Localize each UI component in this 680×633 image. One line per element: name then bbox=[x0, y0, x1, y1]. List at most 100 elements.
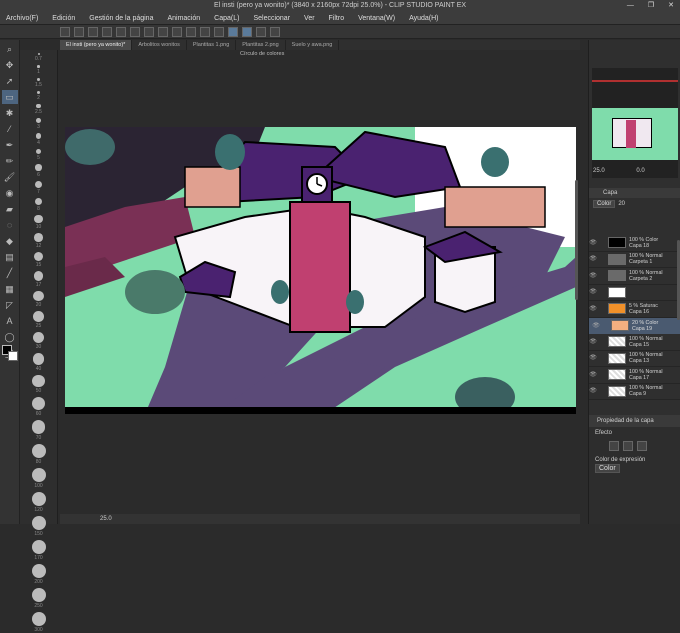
ruler-icon[interactable]: ◸ bbox=[2, 298, 18, 312]
sub-color-swatch[interactable] bbox=[8, 351, 18, 361]
brush-size-preset[interactable]: 200 bbox=[20, 563, 57, 585]
paste-button[interactable] bbox=[172, 26, 182, 37]
effect-color-button[interactable] bbox=[637, 441, 647, 451]
opacity-value[interactable]: 20 bbox=[618, 201, 625, 207]
brush-size-preset[interactable]: 10 bbox=[20, 215, 57, 230]
canvas-vertical-scrollbar[interactable] bbox=[575, 180, 578, 300]
tab-suelo[interactable]: Suelo y awa.png bbox=[286, 40, 340, 50]
eye-icon[interactable]: 👁 bbox=[589, 372, 597, 378]
menu-edicion[interactable]: Edición bbox=[52, 12, 75, 24]
gradient-icon[interactable]: ▤ bbox=[2, 250, 18, 264]
brush-size-preset[interactable]: 300 bbox=[20, 611, 57, 633]
brush-size-preset[interactable]: 6 bbox=[20, 164, 57, 178]
operation-tool-icon[interactable]: ➚ bbox=[2, 74, 18, 88]
close-icon[interactable]: ✕ bbox=[668, 0, 674, 12]
brush-size-preset[interactable]: 100 bbox=[20, 467, 57, 489]
menu-animacion[interactable]: Animación bbox=[167, 12, 200, 24]
text-icon[interactable]: A bbox=[2, 314, 18, 328]
deselect-button[interactable] bbox=[200, 26, 210, 37]
airbrush-icon[interactable]: ◉ bbox=[2, 186, 18, 200]
zoom-value[interactable]: 25.0 bbox=[100, 516, 112, 522]
brush-size-preset[interactable]: 15 bbox=[20, 251, 57, 268]
illustration-canvas[interactable] bbox=[65, 127, 576, 414]
navigator-rotate[interactable]: 0.0 bbox=[636, 168, 644, 174]
brush-size-preset[interactable]: 17 bbox=[20, 270, 57, 288]
brush-size-preset[interactable]: 50 bbox=[20, 374, 57, 394]
snap-button[interactable] bbox=[228, 26, 238, 37]
brush-size-preset[interactable]: 70 bbox=[20, 420, 57, 441]
layer-row[interactable]: 👁 100 % Normal Carpeta 1 bbox=[589, 252, 680, 268]
menu-gestion-pagina[interactable]: Gestión de la página bbox=[89, 12, 153, 24]
eye-icon[interactable]: 👁 bbox=[589, 256, 597, 262]
brush-size-preset[interactable]: 120 bbox=[20, 491, 57, 513]
brush-size-preset[interactable]: 2 bbox=[20, 90, 57, 101]
copy-button[interactable] bbox=[158, 26, 168, 37]
selection-tool-icon[interactable]: ▭ bbox=[1, 90, 18, 104]
brush-size-preset[interactable]: 1 bbox=[20, 65, 57, 75]
effect-tone-button[interactable] bbox=[623, 441, 633, 451]
figure-icon[interactable]: ╱ bbox=[2, 266, 18, 280]
menu-archivo[interactable]: Archivo(F) bbox=[6, 12, 38, 24]
canvas-area[interactable]: Círculo de colores bbox=[60, 50, 580, 514]
eye-icon[interactable]: 👁 bbox=[589, 240, 597, 246]
menu-filtro[interactable]: Filtro bbox=[329, 12, 345, 24]
snap-ruler-button[interactable] bbox=[242, 26, 252, 37]
layer-row[interactable]: 👁 20 % Color Capa 19 bbox=[589, 317, 680, 334]
menu-seleccionar[interactable]: Seleccionar bbox=[253, 12, 290, 24]
eye-icon[interactable]: 👁 bbox=[589, 355, 597, 361]
eye-icon[interactable]: 👁 bbox=[589, 306, 597, 312]
eyedropper-icon[interactable]: ⁄ bbox=[2, 122, 18, 136]
brush-size-preset[interactable]: 60 bbox=[20, 397, 57, 417]
layer-row[interactable]: 👁 100 % Normal Capa 13 bbox=[589, 351, 680, 367]
layer-row[interactable]: 👁 100 % Color Capa 18 bbox=[589, 235, 680, 252]
layer-row[interactable]: 👁 5 % Saturac Capa 16 bbox=[589, 301, 680, 318]
layer-row[interactable]: 👁 100 % Normal Capa 17 bbox=[589, 367, 680, 384]
new-file-button[interactable] bbox=[60, 26, 70, 37]
tab-arbolitos[interactable]: Arbolitos wonitos bbox=[132, 40, 187, 50]
brush-size-preset[interactable]: 170 bbox=[20, 539, 57, 561]
brush-size-preset[interactable]: 250 bbox=[20, 587, 57, 609]
brush-size-preset[interactable]: 20 bbox=[20, 290, 57, 308]
redo-button[interactable] bbox=[116, 26, 126, 37]
eye-icon[interactable]: 👁 bbox=[589, 273, 597, 279]
brush-size-preset[interactable]: 8 bbox=[20, 197, 57, 212]
cut-button[interactable] bbox=[144, 26, 154, 37]
brush-size-preset[interactable]: 30 bbox=[20, 331, 57, 350]
color-wheel-panel-label[interactable]: Círculo de colores bbox=[240, 51, 284, 57]
layer-row[interactable]: 👁 100 % Normal Carpeta 2 bbox=[589, 268, 680, 285]
open-file-button[interactable] bbox=[74, 26, 84, 37]
blend-mode-select[interactable]: Color bbox=[593, 200, 616, 208]
zoom-tool-icon[interactable]: ⌕ bbox=[2, 42, 18, 56]
menu-ver[interactable]: Ver bbox=[304, 12, 315, 24]
snap-grid-button[interactable] bbox=[256, 26, 266, 37]
pen-icon[interactable]: ✒ bbox=[2, 138, 18, 152]
brush-size-preset[interactable]: 0.7 bbox=[20, 53, 57, 62]
maximize-icon[interactable]: ❐ bbox=[648, 0, 654, 12]
save-button[interactable] bbox=[88, 26, 98, 37]
tab-plantitas-1[interactable]: Plantitas 1.png bbox=[187, 40, 237, 50]
eye-icon[interactable]: 👁 bbox=[589, 289, 597, 295]
ruler-button[interactable] bbox=[270, 26, 280, 37]
brush-size-preset[interactable]: 1.5 bbox=[20, 77, 57, 88]
tab-el-insti[interactable]: El insti (pero ya wonito)* bbox=[60, 40, 133, 50]
undo-button[interactable] bbox=[102, 26, 112, 37]
layer-row[interactable]: 👁 100 % Normal Capa 15 bbox=[589, 334, 680, 351]
blend-icon[interactable]: ◌ bbox=[2, 218, 18, 232]
balloon-icon[interactable]: ◯ bbox=[2, 330, 18, 344]
eraser-icon[interactable]: ▰ bbox=[2, 202, 18, 216]
invert-selection-button[interactable] bbox=[214, 26, 224, 37]
minimize-icon[interactable]: — bbox=[627, 0, 634, 12]
move-tool-icon[interactable]: ✥ bbox=[2, 58, 18, 72]
brush-size-preset[interactable]: 12 bbox=[20, 233, 57, 249]
brush-size-preset[interactable]: 150 bbox=[20, 515, 57, 537]
transform-button[interactable] bbox=[186, 26, 196, 37]
brush-size-preset[interactable]: 3 bbox=[20, 118, 57, 130]
brush-icon[interactable]: 🖌 bbox=[2, 170, 18, 184]
brush-size-preset[interactable]: 80 bbox=[20, 443, 57, 465]
frame-icon[interactable]: ▦ bbox=[2, 282, 18, 296]
navigator-thumbnail[interactable] bbox=[592, 68, 678, 178]
brush-size-preset[interactable]: 40 bbox=[20, 353, 57, 372]
auto-select-icon[interactable]: ✱ bbox=[2, 106, 18, 120]
pencil-icon[interactable]: ✏ bbox=[2, 154, 18, 168]
menu-ventana[interactable]: Ventana(W) bbox=[358, 12, 395, 24]
